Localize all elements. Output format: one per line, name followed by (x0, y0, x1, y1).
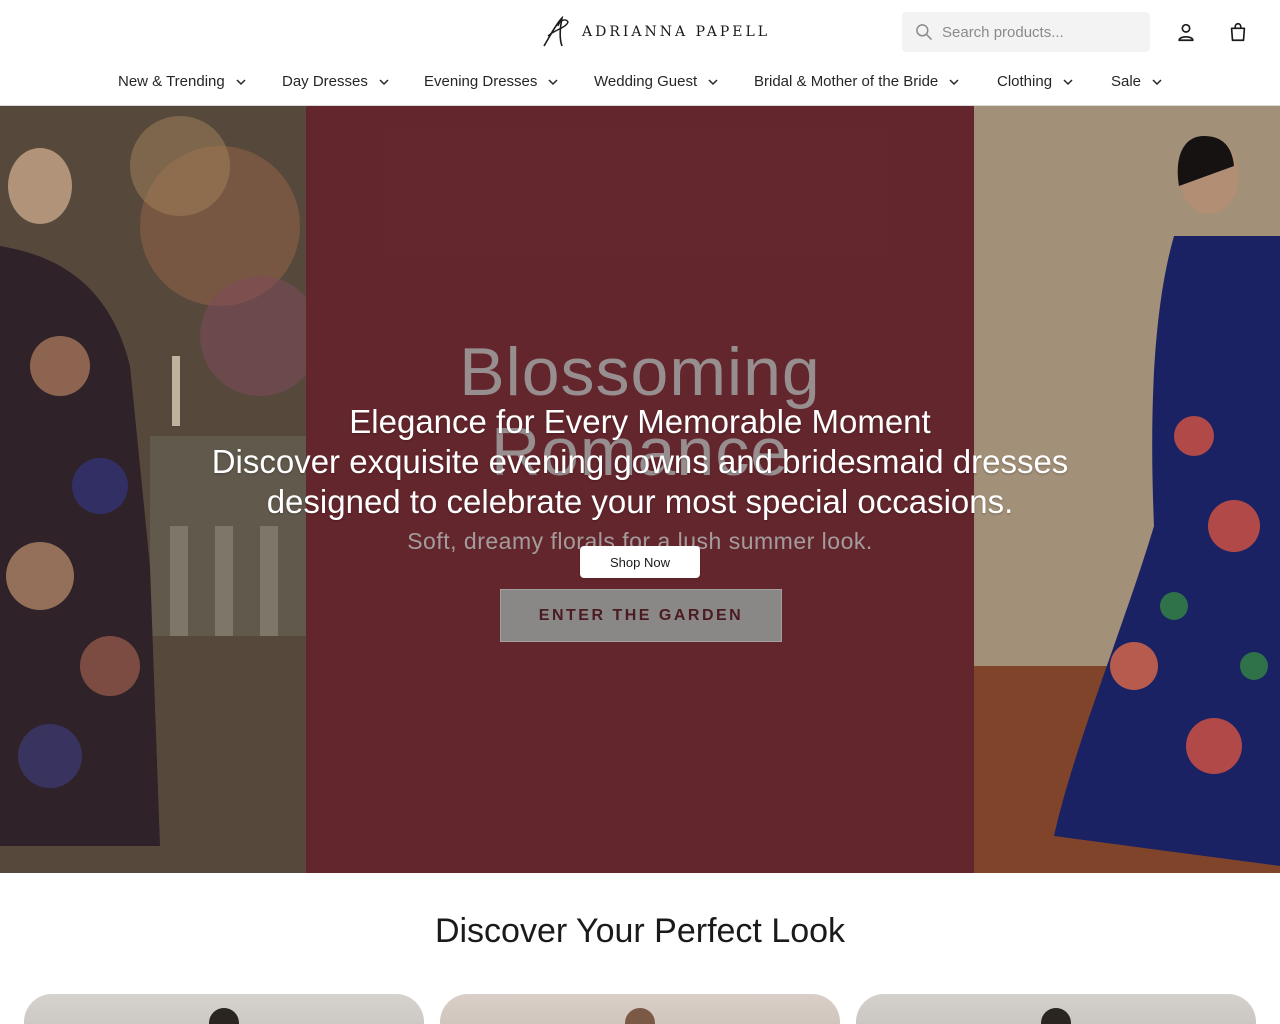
nav-item-label: Bridal & Mother of the Bride (754, 73, 939, 90)
hero-title: Elegance for Every Memorable Moment (349, 403, 931, 440)
site-header: ADRIANNA PAPELL New & Trending Day Dress… (0, 0, 1280, 106)
nav-item-evening-dresses[interactable]: Evening Dresses (424, 73, 559, 90)
chevron-down-icon (708, 78, 718, 85)
shop-now-button[interactable]: Shop Now (580, 546, 700, 578)
hero-banner: Blossoming Romance Soft, dreamy florals … (0, 106, 1280, 873)
nav-item-label: Sale (1111, 73, 1142, 90)
enter-the-garden-button[interactable]: ENTER THE GARDEN (500, 589, 782, 642)
hero-description: Discover exquisite evening gowns and bri… (211, 443, 1069, 520)
chevron-down-icon (548, 78, 558, 85)
nav-item-clothing[interactable]: Clothing (997, 73, 1074, 90)
promo-headline-line1: Blossoming (459, 334, 821, 410)
chevron-down-icon (1152, 78, 1162, 85)
logo-mark-icon (543, 15, 569, 47)
nav-item-new-trending[interactable]: New & Trending (118, 73, 247, 90)
shopping-bag-icon (1230, 22, 1246, 42)
product-image (209, 1008, 239, 1024)
nav-item-day-dresses[interactable]: Day Dresses (282, 73, 390, 90)
chevron-down-icon (949, 78, 959, 85)
section-title: Discover Your Perfect Look (434, 912, 846, 950)
nav-item-wedding-guest[interactable]: Wedding Guest (594, 73, 719, 90)
search-box[interactable] (902, 12, 1150, 52)
product-image (1041, 1008, 1071, 1024)
account-button[interactable] (1174, 20, 1198, 44)
main-navigation: New & Trending Day Dresses Evening Dress… (0, 64, 1280, 104)
brand-name: ADRIANNA PAPELL (582, 24, 771, 40)
chevron-down-icon (379, 78, 389, 85)
user-icon (1178, 23, 1194, 42)
nav-item-bridal[interactable]: Bridal & Mother of the Bride (754, 73, 960, 90)
product-card[interactable] (24, 994, 424, 1024)
search-input[interactable] (942, 23, 1142, 41)
nav-item-sale[interactable]: Sale (1111, 73, 1163, 90)
nav-item-label: Evening Dresses (424, 73, 538, 90)
chevron-down-icon (1063, 78, 1073, 85)
search-icon (916, 24, 932, 40)
brand-logo[interactable]: ADRIANNA PAPELL (538, 14, 770, 50)
product-image (625, 1008, 655, 1024)
chevron-down-icon (236, 78, 246, 85)
nav-item-label: New & Trending (118, 73, 225, 90)
nav-item-label: Clothing (997, 73, 1053, 90)
nav-item-label: Wedding Guest (594, 73, 698, 90)
product-card[interactable] (440, 994, 840, 1024)
cart-button[interactable] (1226, 20, 1250, 44)
nav-item-label: Day Dresses (282, 73, 368, 90)
product-card[interactable] (856, 994, 1256, 1024)
